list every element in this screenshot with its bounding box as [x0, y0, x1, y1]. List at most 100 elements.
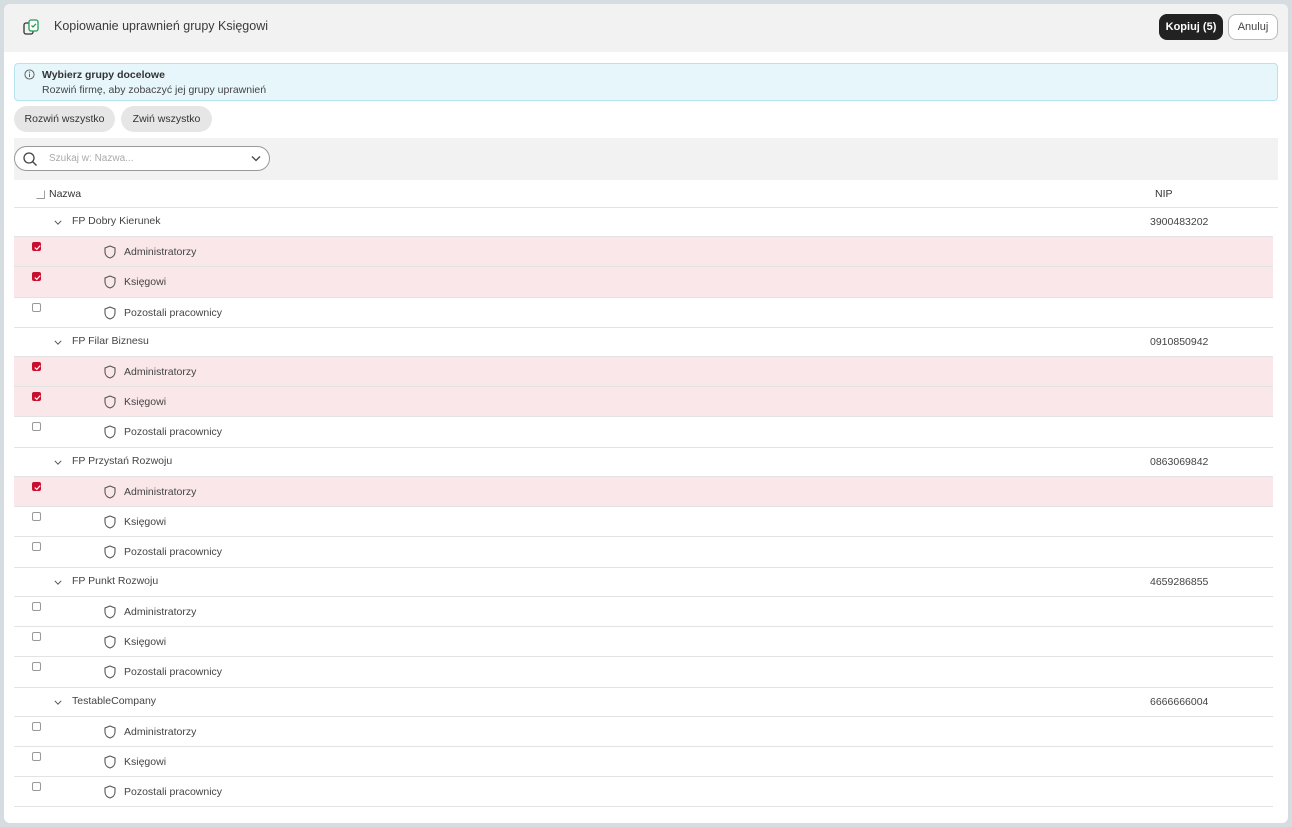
company-nip: 0863069842 — [1150, 455, 1209, 468]
group-row[interactable]: Pozostali pracownicy — [14, 777, 1273, 808]
shield-icon — [104, 395, 116, 409]
shield-icon — [104, 306, 116, 320]
company-name: FP Przystań Rozwoju — [72, 454, 173, 467]
group-checkbox[interactable] — [32, 272, 41, 282]
group-row[interactable]: Pozostali pracownicy — [14, 537, 1273, 568]
chevron-down-icon[interactable] — [54, 220, 62, 225]
group-checkbox[interactable] — [32, 631, 41, 641]
chevron-down-icon[interactable] — [54, 460, 62, 465]
group-name: Księgowi — [124, 396, 167, 409]
group-checkbox[interactable] — [32, 721, 41, 731]
group-row[interactable]: Administratorzy — [14, 597, 1273, 627]
group-checkbox[interactable] — [32, 512, 41, 522]
shield-icon — [104, 425, 116, 440]
group-checkbox[interactable] — [32, 302, 41, 312]
shield-icon — [104, 365, 116, 379]
group-checkbox[interactable] — [32, 662, 41, 672]
search-box[interactable] — [14, 146, 270, 171]
group-name: Administratorzy — [124, 725, 197, 738]
company-nip: 6666666004 — [1150, 695, 1209, 708]
group-row[interactable]: Księgowi — [14, 387, 1273, 418]
group-checkbox[interactable] — [32, 422, 41, 432]
group-checkbox[interactable] — [32, 392, 41, 402]
shield-icon — [104, 275, 116, 289]
company-row[interactable]: FP Filar Biznesu 0910850942 — [14, 328, 1273, 357]
group-name: Księgowi — [124, 755, 167, 768]
group-row[interactable]: Administratorzy — [14, 476, 1273, 508]
company-nip: 0910850942 — [1150, 335, 1209, 348]
group-name: Księgowi — [124, 276, 167, 289]
search-toolbar — [14, 138, 1278, 180]
group-checkbox[interactable] — [32, 782, 41, 792]
company-name: FP Filar Biznesu — [72, 334, 149, 347]
group-row[interactable]: Administratorzy — [14, 717, 1273, 747]
group-row[interactable]: Administratorzy — [14, 237, 1273, 268]
checkmark-icon — [34, 395, 41, 401]
group-checkbox[interactable] — [32, 481, 41, 491]
group-row[interactable]: Księgowi — [14, 627, 1273, 658]
copy-permissions-dialog: Kopiowanie uprawnień grupy Księgowi Kopi… — [4, 4, 1288, 823]
group-row[interactable]: Księgowi — [14, 267, 1273, 298]
column-header-nip[interactable]: NIP — [1155, 188, 1173, 200]
company-row[interactable]: FP Przystań Rozwoju 0863069842 — [14, 448, 1273, 477]
group-row[interactable]: Księgowi — [14, 747, 1273, 778]
info-text: Rozwiń firmę, aby zobaczyć jej grupy upr… — [42, 84, 267, 96]
group-checkbox[interactable] — [32, 601, 41, 611]
group-name: Administratorzy — [124, 485, 197, 498]
select-all-checkbox[interactable] — [36, 190, 45, 199]
chevron-down-icon[interactable] — [251, 155, 261, 162]
collapse-all-button[interactable]: Zwiń wszystko — [121, 106, 212, 132]
chevron-down-icon[interactable] — [54, 580, 62, 585]
dialog-header: Kopiowanie uprawnień grupy Księgowi Kopi… — [4, 4, 1288, 52]
group-name: Administratorzy — [124, 365, 197, 378]
chevron-down-icon[interactable] — [54, 340, 62, 345]
group-checkbox[interactable] — [32, 751, 41, 761]
column-header-name[interactable]: Nazwa — [49, 188, 81, 200]
group-name: Pozostali pracownicy — [124, 546, 223, 559]
checkmark-icon — [34, 484, 41, 491]
info-icon — [24, 69, 35, 80]
group-name: Administratorzy — [124, 246, 197, 258]
copy-button[interactable]: Kopiuj (5) — [1159, 14, 1223, 40]
table-header: Nazwa NIP — [14, 180, 1278, 208]
company-nip: 4659286855 — [1150, 575, 1209, 588]
shield-icon — [104, 515, 116, 529]
group-row[interactable]: Administratorzy — [14, 356, 1273, 388]
shield-icon — [104, 635, 116, 649]
company-nip: 3900483202 — [1150, 216, 1209, 228]
company-row[interactable]: FP Punkt Rozwoju 4659286855 — [14, 568, 1273, 597]
group-name: Księgowi — [124, 635, 167, 648]
info-banner: Wybierz grupy docelowe Rozwiń firmę, aby… — [14, 63, 1278, 101]
shield-icon — [104, 245, 116, 259]
company-row[interactable]: TestableCompany 6666666004 — [14, 688, 1273, 717]
company-name: TestableCompany — [72, 694, 157, 707]
shield-icon — [104, 724, 116, 739]
checkmark-icon — [34, 365, 41, 371]
group-row[interactable]: Pozostali pracownicy — [14, 417, 1273, 448]
group-checkbox[interactable] — [32, 361, 41, 371]
company-tree: FP Dobry Kierunek 3900483202 Administrator… — [14, 208, 1273, 808]
company-row[interactable]: FP Dobry Kierunek 3900483202 — [14, 208, 1273, 237]
chevron-down-icon[interactable] — [54, 700, 62, 705]
group-checkbox[interactable] — [32, 542, 41, 552]
shield-icon — [104, 785, 116, 799]
checkmark-icon — [34, 275, 41, 281]
search-input[interactable] — [49, 150, 239, 167]
group-row[interactable]: Pozostali pracownicy — [14, 298, 1273, 328]
group-row[interactable]: Pozostali pracownicy — [14, 657, 1273, 688]
search-icon — [23, 152, 37, 166]
group-name: Pozostali pracownicy — [124, 786, 223, 799]
shield-icon — [104, 485, 116, 499]
expand-all-button[interactable]: Rozwiń wszystko — [14, 106, 115, 132]
checkmark-icon — [34, 245, 41, 251]
copy-icon — [23, 19, 39, 35]
cancel-button[interactable]: Anuluj — [1228, 14, 1278, 40]
dialog-title: Kopiowanie uprawnień grupy Księgowi — [54, 19, 269, 33]
group-name: Księgowi — [124, 516, 167, 529]
group-checkbox[interactable] — [32, 242, 41, 251]
group-name: Pozostali pracownicy — [124, 666, 223, 679]
shield-icon — [104, 665, 116, 679]
info-title: Wybierz grupy docelowe — [42, 69, 165, 81]
group-name: Pozostali pracownicy — [124, 426, 223, 439]
group-row[interactable]: Księgowi — [14, 507, 1273, 538]
